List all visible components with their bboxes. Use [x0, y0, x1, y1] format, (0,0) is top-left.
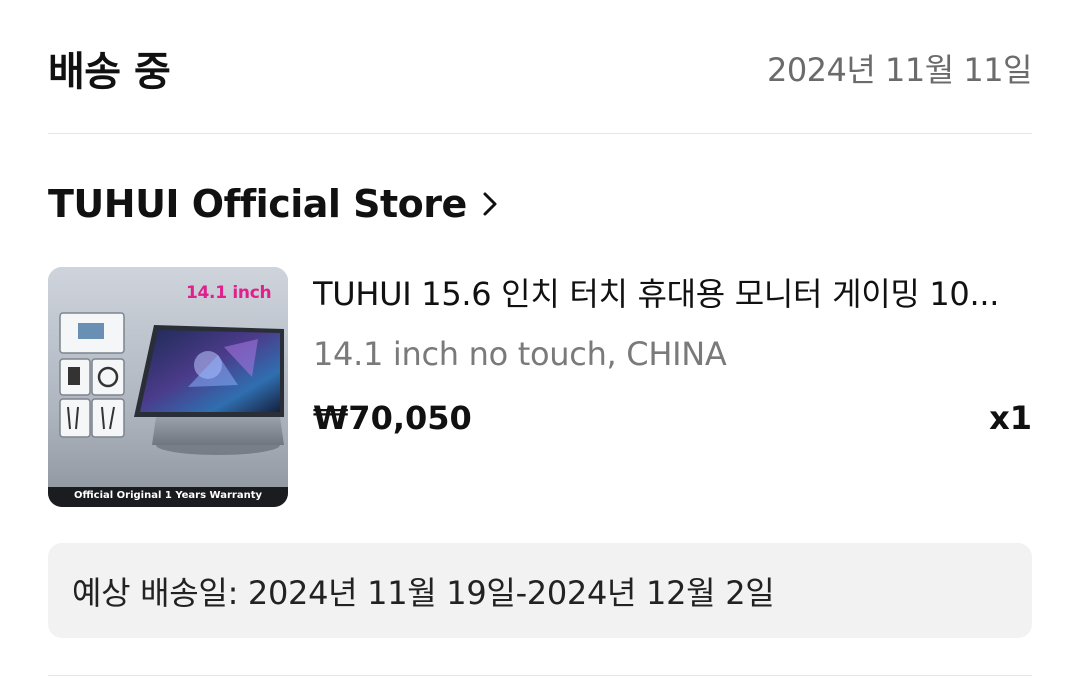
image-banner-text: Official Original 1 Years Warranty [74, 490, 262, 501]
order-date: 2024년 11월 11일 [766, 51, 1033, 89]
product-thumbnail-illustration [48, 267, 288, 507]
estimated-delivery-text: 예상 배송일: 2024년 11월 19일-2024년 12월 2일 [72, 573, 775, 612]
shipping-status: 배송 중 [48, 49, 171, 95]
price-row: ₩70,050 x1 [313, 392, 1032, 444]
chevron-right-icon [483, 192, 497, 216]
order-header: 배송 중 2024년 11월 11일 [48, 38, 1033, 98]
divider [48, 675, 1032, 676]
divider [48, 133, 1032, 134]
order-card: 배송 중 2024년 11월 11일 TUHUI Official Store [0, 0, 1080, 683]
product-variant: 14.1 inch no touch, CHINA [313, 335, 727, 373]
store-link[interactable]: TUHUI Official Store [48, 176, 503, 232]
product-quantity: x1 [989, 399, 1032, 437]
image-badge-text: 14.1 inch [186, 283, 272, 303]
product-title[interactable]: TUHUI 15.6 인치 터치 휴대용 모니터 게이밍 10... [313, 268, 1032, 320]
product-info: TUHUI 15.6 인치 터치 휴대용 모니터 게이밍 10... 14.1 … [313, 268, 1032, 444]
store-name: TUHUI Official Store [48, 182, 467, 226]
product-price: ₩70,050 [313, 399, 472, 437]
estimated-delivery-box: 예상 배송일: 2024년 11월 19일-2024년 12월 2일 [48, 543, 1032, 638]
product-image[interactable]: 14.1 inch Official Original 1 Years Warr… [48, 267, 288, 507]
